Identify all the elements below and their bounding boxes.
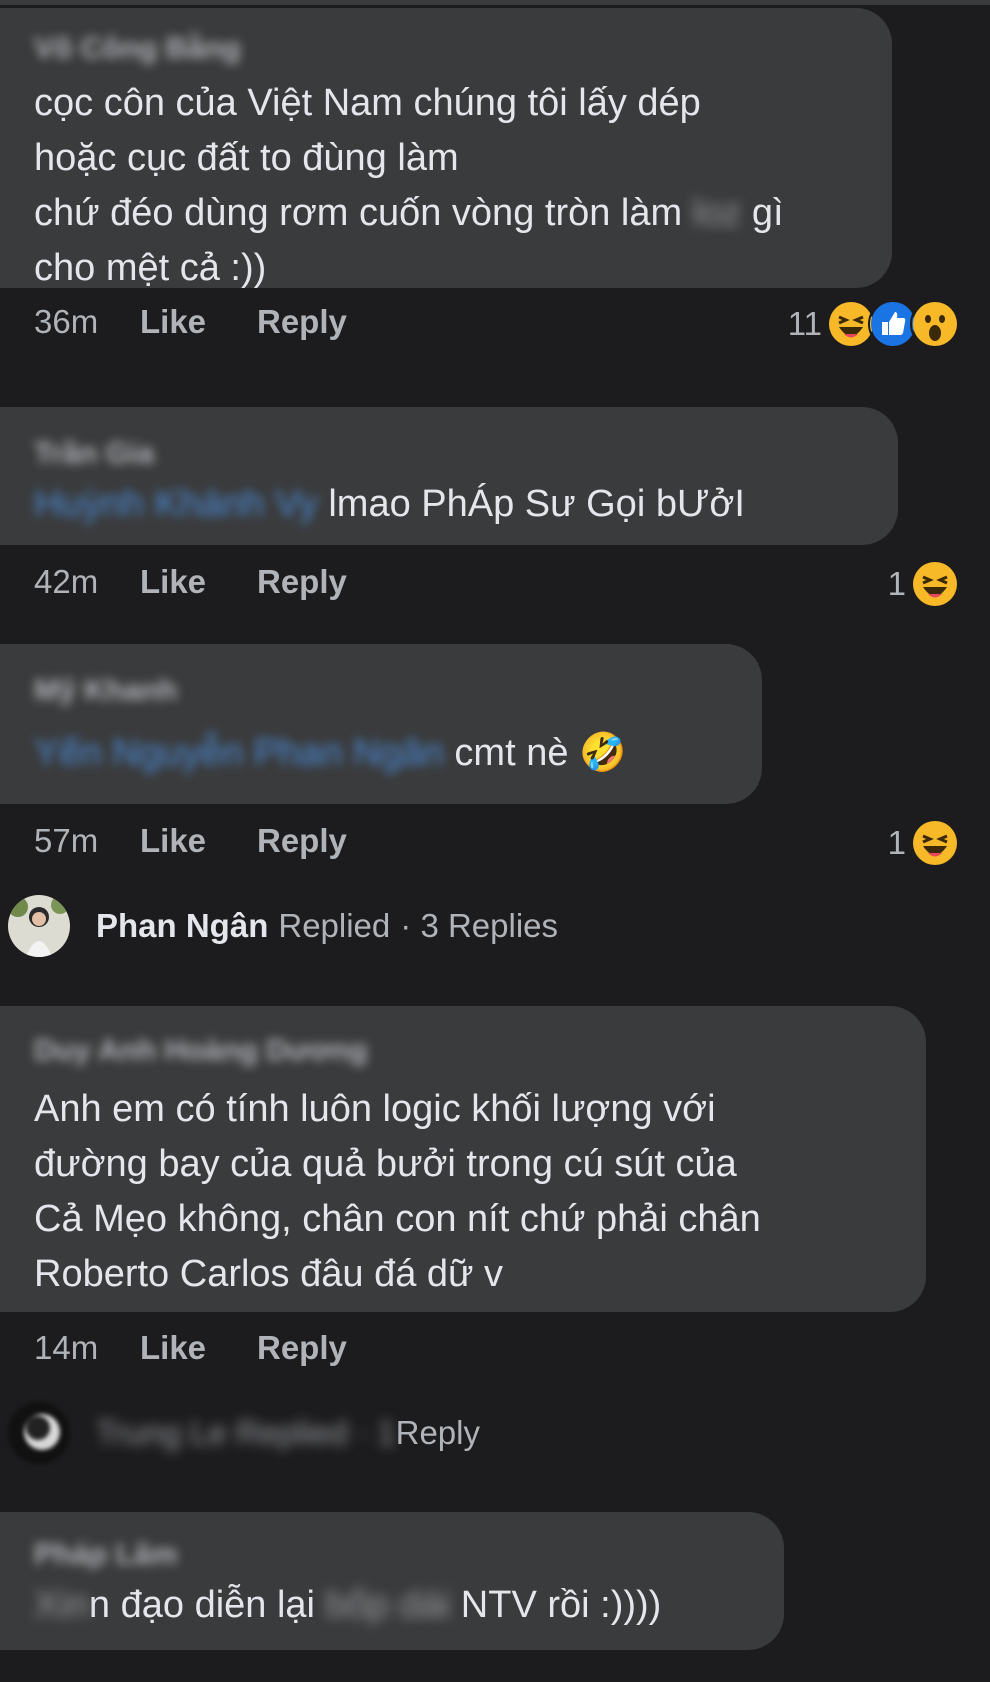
reaction-summary[interactable]: 1	[888, 559, 960, 609]
reply-button[interactable]: Reply	[257, 303, 347, 341]
timestamp: 42m	[34, 563, 99, 600]
mention-link[interactable]: Huỳnh Khánh Vy	[34, 483, 318, 525]
comment-bubble: Duy Anh Hoàng Dương Anh em có tính luôn …	[0, 1006, 926, 1312]
comment-author[interactable]: Duy Anh Hoàng Dương	[34, 1034, 368, 1068]
reaction-summary[interactable]: 1	[888, 818, 960, 868]
replied-label: Replied	[278, 907, 391, 944]
timestamp: 14m	[34, 1329, 99, 1366]
avatar	[8, 1402, 70, 1464]
haha-emoji-icon	[910, 818, 960, 868]
reaction-count: 11	[787, 305, 822, 342]
like-button[interactable]: Like	[140, 303, 257, 341]
thread-author[interactable]: Phan Ngân	[96, 907, 268, 945]
replies-thread-link[interactable]: Phan Ngân Replied · 3 Replies	[8, 895, 558, 957]
comment-text: cọc côn của Việt Nam chúng tôi lấy dép h…	[34, 82, 784, 289]
replies-count: · 3 Replies	[400, 907, 559, 944]
comment-bubble: Pháp Lâm Xinn đạo diễn lại bốp dái NTV r…	[0, 1512, 784, 1650]
comment-text: Anh em có tính luôn logic khối lượng với…	[34, 1088, 761, 1295]
comment-bubble: Trần Gia Huỳnh Khánh Vy lmao PhÁp Sư Gọi…	[0, 407, 898, 545]
comment-author[interactable]: Võ Công Bằng	[34, 32, 241, 66]
avatar	[8, 895, 70, 957]
replies-count: Reply	[395, 1414, 480, 1451]
comment-author[interactable]: Trần Gia	[34, 437, 154, 471]
like-button[interactable]: Like	[140, 563, 257, 601]
like-button[interactable]: Like	[140, 822, 257, 860]
haha-emoji-icon	[910, 559, 960, 609]
comment-meta: 14m Like Reply	[34, 1329, 347, 1367]
timestamp: 36m	[34, 303, 99, 340]
reply-button[interactable]: Reply	[257, 1329, 347, 1367]
like-button[interactable]: Like	[140, 1329, 257, 1367]
comment-meta: 36m Like Reply	[34, 303, 347, 341]
wow-emoji-icon	[910, 299, 960, 349]
top-divider	[0, 0, 990, 5]
thread-author[interactable]: Trung Le Replied · 1	[96, 1414, 396, 1452]
reply-button[interactable]: Reply	[257, 822, 347, 860]
timestamp: 57m	[34, 822, 99, 859]
reply-button[interactable]: Reply	[257, 563, 347, 601]
comment-text: Huỳnh Khánh Vy lmao PhÁp Sư Gọi bƯởI	[34, 483, 745, 525]
comment-text: Xinn đạo diễn lại bốp dái NTV rồi :))))	[34, 1584, 662, 1626]
comment-meta: 57m Like Reply	[34, 822, 347, 860]
reaction-summary[interactable]: 11	[788, 299, 960, 349]
reaction-count: 1	[887, 565, 906, 602]
comment-bubble: Võ Công Bằng cọc côn của Việt Nam chúng …	[0, 8, 892, 289]
comment-text: Yến Nguyễn Phan Ngân cmt nè 🤣	[34, 732, 627, 774]
comment-author[interactable]: Mỹ Khanh	[34, 674, 177, 708]
replies-thread-link[interactable]: Trung Le Replied · 1 Reply	[8, 1402, 480, 1464]
comment-bubble: Mỹ Khanh Yến Nguyễn Phan Ngân cmt nè 🤣	[0, 644, 762, 804]
mention-link[interactable]: Yến Nguyễn Phan Ngân	[34, 732, 444, 774]
comment-author[interactable]: Pháp Lâm	[34, 1538, 177, 1572]
reaction-count: 1	[887, 824, 906, 861]
comment-meta: 42m Like Reply	[34, 563, 347, 601]
